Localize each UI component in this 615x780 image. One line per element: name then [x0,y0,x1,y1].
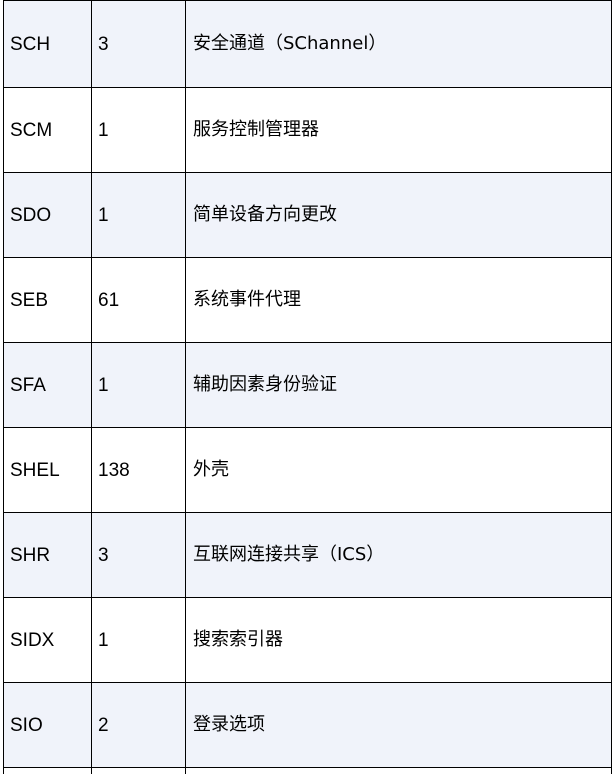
code-cell: SEB [4,258,92,342]
table-row: SFA 1 辅助因素身份验证 [4,343,612,428]
table-row: SHEL 138 外壳 [4,428,612,513]
code-cell: SHEL [4,428,92,512]
description-cell: 互联网连接共享（ICS） [186,513,612,597]
code-cell: SIDX [4,598,92,682]
count-cell: 61 [92,258,186,342]
table-row-partial [4,768,612,774]
description-cell: 登录选项 [186,683,612,767]
table-row: SCM 1 服务控制管理器 [4,88,612,173]
count-cell: 3 [92,513,186,597]
data-table: SCH 3 安全通道（SChannel） SCM 1 服务控制管理器 SDO 1… [3,0,612,774]
count-cell: 1 [92,88,186,172]
table-row: SIDX 1 搜索索引器 [4,598,612,683]
code-cell: SFA [4,343,92,427]
table-row: SEB 61 系统事件代理 [4,258,612,343]
description-cell: 系统事件代理 [186,258,612,342]
code-cell: SHR [4,513,92,597]
count-cell: 138 [92,428,186,512]
description-cell: 外壳 [186,428,612,512]
count-cell [92,768,186,774]
code-cell: SIO [4,683,92,767]
code-cell: SDO [4,173,92,257]
description-cell [186,768,612,774]
description-cell: 辅助因素身份验证 [186,343,612,427]
code-cell [4,768,92,774]
count-cell: 1 [92,343,186,427]
table-row: SDO 1 简单设备方向更改 [4,173,612,258]
code-cell: SCH [4,1,92,87]
table-row: SCH 3 安全通道（SChannel） [4,1,612,88]
table-row: SIO 2 登录选项 [4,683,612,768]
count-cell: 3 [92,1,186,87]
code-cell: SCM [4,88,92,172]
table-row: SHR 3 互联网连接共享（ICS） [4,513,612,598]
description-cell: 搜索索引器 [186,598,612,682]
count-cell: 1 [92,598,186,682]
description-cell: 服务控制管理器 [186,88,612,172]
count-cell: 2 [92,683,186,767]
count-cell: 1 [92,173,186,257]
description-cell: 简单设备方向更改 [186,173,612,257]
description-cell: 安全通道（SChannel） [186,1,612,87]
